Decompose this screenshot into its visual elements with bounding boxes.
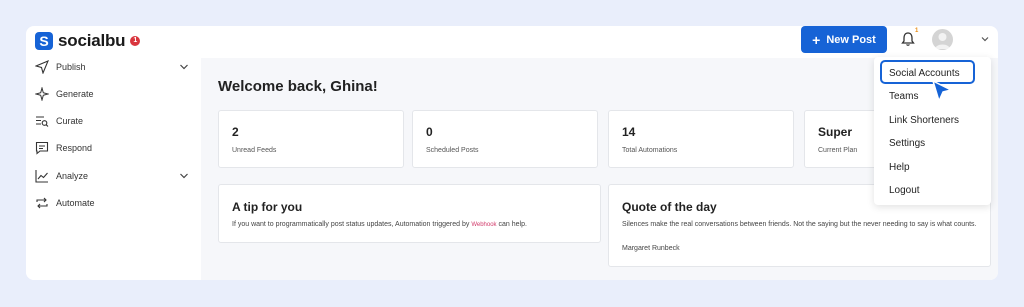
stat-caption: Unread Feeds <box>232 147 277 154</box>
stat-card-total-automations[interactable]: 14 Total Automations <box>608 110 794 168</box>
tip-card: A tip for you If you want to programmati… <box>218 184 601 243</box>
stat-value: 2 <box>232 125 239 139</box>
stat-caption: Scheduled Posts <box>426 147 479 154</box>
menu-item-logout[interactable]: Logout <box>889 185 920 196</box>
quote-title: Quote of the day <box>622 200 717 214</box>
tip-title: A tip for you <box>232 200 303 214</box>
page-title: Welcome back, Ghina! <box>218 78 378 95</box>
menu-item-settings[interactable]: Settings <box>889 138 925 149</box>
tip-text-start: If you want to programmatically post sta… <box>232 221 470 228</box>
stat-value: Super <box>818 125 853 139</box>
overlay-layer: Welcome back, Ghina! 2 Unread Feeds 0 Sc… <box>0 0 1024 307</box>
stat-value: 14 <box>622 125 636 139</box>
menu-item-help[interactable]: Help <box>889 162 910 173</box>
stat-value: 0 <box>426 125 433 139</box>
pointer-cursor-icon <box>932 80 952 102</box>
stat-card-current-plan[interactable]: Super Current Plan <box>804 110 884 168</box>
webhook-link[interactable]: Webhook <box>471 222 496 228</box>
quote-text: Silences make the real conversations bet… <box>622 221 977 228</box>
stat-card-scheduled-posts[interactable]: 0 Scheduled Posts <box>412 110 598 168</box>
menu-item-teams[interactable]: Teams <box>889 91 918 102</box>
tip-text: If you want to programmatically post sta… <box>232 220 527 230</box>
stat-card-unread-feeds[interactable]: 2 Unread Feeds <box>218 110 404 168</box>
stat-caption: Current Plan <box>818 147 858 154</box>
quote-author: Margaret Runbeck <box>622 245 680 252</box>
menu-item-social-accounts[interactable]: Social Accounts <box>889 68 960 79</box>
menu-item-link-shorteners[interactable]: Link Shorteners <box>889 115 959 126</box>
stat-caption: Total Automations <box>622 147 678 154</box>
tip-text-end: can help. <box>498 221 527 228</box>
